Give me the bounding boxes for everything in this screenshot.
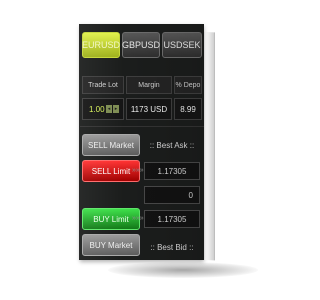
trading-panel: EURUSD GBPUSD USDSEK Trade Lot Margin % … <box>80 24 204 260</box>
buy-arrows-icon: »»» <box>132 215 144 222</box>
margin-value: 1173 USD <box>126 98 172 120</box>
sell-arrows-icon: »»» <box>132 167 144 174</box>
book-shadow <box>108 262 258 278</box>
trade-lot-input[interactable]: 1.00 ◂ ▸ <box>82 98 124 120</box>
trade-lot-value[interactable]: 1.00 <box>89 105 105 114</box>
lot-decrease-icon[interactable]: ◂ <box>106 105 112 113</box>
lot-increase-icon[interactable]: ▸ <box>113 105 119 113</box>
book-mockup: EURUSD GBPUSD USDSEK Trade Lot Margin % … <box>0 0 300 300</box>
sell-market-button[interactable]: SELL Market <box>82 134 140 156</box>
lot-stepper[interactable]: ◂ ▸ <box>106 105 119 113</box>
best-ask-label: :: Best Ask :: <box>149 140 195 150</box>
trade-lot-header: Trade Lot <box>82 76 124 94</box>
divider <box>80 126 204 127</box>
tab-usdsek[interactable]: USDSEK <box>162 32 202 58</box>
best-bid-label: :: Best Bid :: <box>150 242 194 252</box>
buy-limit-price-input[interactable]: 1.17305 <box>144 210 200 228</box>
margin-header: Margin <box>126 76 172 94</box>
depo-value: 8.99 <box>174 98 202 120</box>
tab-gbpusd[interactable]: GBPUSD <box>122 32 160 58</box>
tab-eurusd[interactable]: EURUSD <box>82 32 120 58</box>
depo-header: % Depo <box>174 76 202 94</box>
spread-value: 0 <box>144 186 200 204</box>
sell-limit-price-input[interactable]: 1.17305 <box>144 162 200 180</box>
book-cover: EURUSD GBPUSD USDSEK Trade Lot Margin % … <box>80 24 204 260</box>
buy-market-button[interactable]: BUY Market <box>82 234 140 256</box>
